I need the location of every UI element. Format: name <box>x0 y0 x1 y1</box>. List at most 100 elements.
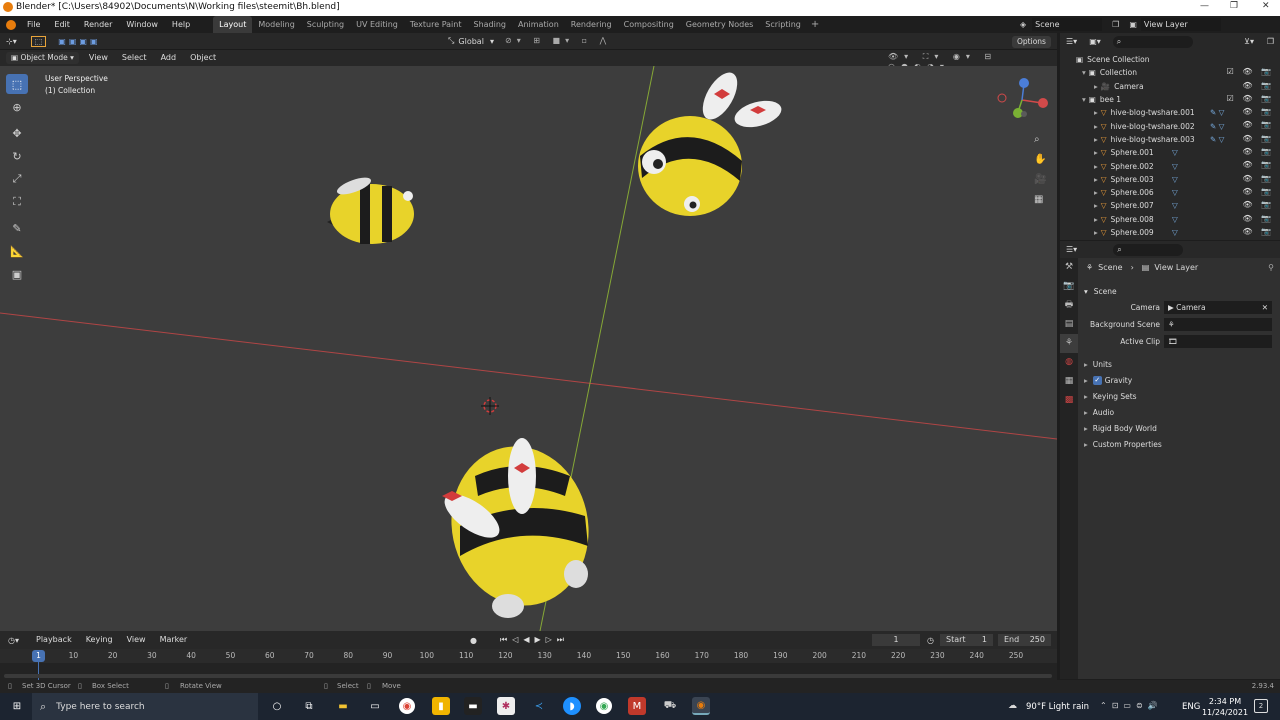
expand-arrow-icon[interactable]: ▸ <box>1094 201 1098 210</box>
menu-help[interactable]: Help <box>165 16 197 33</box>
scale-icon[interactable]: ⤢ <box>6 169 28 189</box>
transform-icon[interactable]: ⛶ <box>6 192 28 212</box>
record-icon[interactable]: ● <box>470 636 477 645</box>
annotate-icon[interactable]: ✎ <box>6 218 28 238</box>
clear-icon[interactable]: ✕ <box>1262 301 1268 314</box>
expand-arrow-icon[interactable]: ▸ <box>1094 175 1098 184</box>
new-collection-icon[interactable]: ❐ <box>1267 37 1274 46</box>
cursor-icon[interactable]: ⊕ <box>6 97 28 117</box>
modifier-data-icon[interactable]: ▽ <box>1172 228 1178 237</box>
modifier-data-icon[interactable]: ✎ ▽ <box>1210 122 1224 131</box>
start-frame-field[interactable]: Start 1 <box>940 634 993 646</box>
timeline-editor-icon[interactable]: ◷▾ <box>8 636 19 645</box>
3d-viewport[interactable]: ⌕ ✋ 🎥 ▦ <box>0 66 1057 631</box>
timeline-menu-playback[interactable]: Playback <box>29 631 79 649</box>
select-box-icon[interactable]: ⬚ <box>6 74 28 94</box>
language-indicator[interactable]: ENG <box>1182 702 1200 712</box>
weather-icon[interactable]: ☁ <box>1008 701 1017 711</box>
media-app-icon[interactable]: ⛟ <box>661 697 679 715</box>
clock[interactable]: 2:34 PM 11/24/2021 <box>1200 696 1250 718</box>
panel-keying-sets[interactable]: ▸ Keying Sets <box>1060 388 1280 404</box>
measure-icon[interactable]: 📐 <box>6 241 28 261</box>
modifier-data-icon[interactable]: ▽ <box>1172 188 1178 197</box>
output-tab-icon[interactable]: 🖶 <box>1060 296 1078 315</box>
outliner-item[interactable]: ▸ ▽ Sphere.006 ▽ 👁 📷 <box>1060 186 1280 199</box>
viewport-menu-view[interactable]: View <box>82 50 115 66</box>
panel-units[interactable]: ▸ Units <box>1060 356 1280 372</box>
add-workspace-icon[interactable]: + <box>811 19 819 30</box>
outliner-item[interactable]: ▸ 🎥 Camera 👁 📷 <box>1060 80 1280 93</box>
outliner-item[interactable]: ▸ ▽ Sphere.002 ▽ 👁 📷 <box>1060 159 1280 172</box>
tab-scripting[interactable]: Scripting <box>759 16 807 33</box>
outliner-item[interactable]: ▸ ▽ hive-blog-twshare.002 ✎ ▽ 👁 📷 <box>1060 119 1280 132</box>
weather-text[interactable]: 90°F Light rain <box>1026 702 1089 712</box>
snap-icons[interactable]: ⊘▾ ⊞ ■▾ ▫ ⋀ <box>505 36 611 45</box>
close-button[interactable]: ✕ <box>1262 1 1270 11</box>
select-tool-icon[interactable]: ⬚ <box>30 35 47 47</box>
messenger-icon[interactable]: ◗ <box>563 697 581 715</box>
taskbar-search[interactable]: ⌕ Type here to search <box>32 693 258 720</box>
render-tab-icon[interactable]: 📷 <box>1060 277 1078 296</box>
transform-orientation[interactable]: ⤡ Global ▾ <box>448 36 494 46</box>
modifier-data-icon[interactable]: ✎ ▽ <box>1210 135 1224 144</box>
outliner-item[interactable]: ▸ ▽ hive-blog-twshare.003 ✎ ▽ 👁 📷 <box>1060 133 1280 146</box>
scene-selector[interactable]: ◈ Scene ❐ ▣ View Layer <box>1020 18 1221 31</box>
mcafee-icon[interactable]: M <box>628 697 646 715</box>
expand-arrow-icon[interactable]: ▸ <box>1094 135 1098 144</box>
outliner-item[interactable]: ▸ ▽ Sphere.003 ▽ 👁 📷 <box>1060 173 1280 186</box>
expand-arrow-icon[interactable]: ▸ <box>1094 215 1098 224</box>
viewport-menu-object[interactable]: Object <box>183 50 223 66</box>
panel-rigid-body-world[interactable]: ▸ Rigid Body World <box>1060 420 1280 436</box>
visibility-icons[interactable]: 👁 📷 <box>1242 227 1274 236</box>
outliner-search-input[interactable]: ⌕ <box>1112 35 1193 48</box>
current-frame-field[interactable]: 1 <box>872 634 920 646</box>
modifier-data-icon[interactable]: ▽ <box>1172 148 1178 157</box>
end-frame-field[interactable]: End 250 <box>998 634 1051 646</box>
modifier-data-icon[interactable]: ▽ <box>1172 175 1178 184</box>
editor-type-icon[interactable]: ☰▾ <box>1066 245 1077 254</box>
visibility-icons[interactable]: 👁 📷 <box>1242 147 1274 156</box>
active-clip-field[interactable]: 🎞 <box>1164 335 1272 348</box>
scene-panel-header[interactable]: ▾ Scene <box>1084 283 1280 299</box>
pan-hand-icon[interactable]: ✋ <box>1034 150 1046 170</box>
outliner-item[interactable]: ▸ ▽ hive-blog-twshare.001 ✎ ▽ 👁 📷 <box>1060 106 1280 119</box>
camera-field[interactable]: ▶ Camera ✕ <box>1164 301 1272 314</box>
expand-arrow-icon[interactable]: ▾ <box>1082 68 1086 77</box>
viewport-menu-select[interactable]: Select <box>115 50 154 66</box>
vscode-icon[interactable]: ≺ <box>530 697 548 715</box>
blender-menu-icon[interactable] <box>6 19 16 30</box>
timeline-scrollbar[interactable] <box>4 674 1052 678</box>
blender-taskbar-icon[interactable]: ◉ <box>692 697 710 715</box>
visibility-icons[interactable]: 👁 📷 <box>1242 214 1274 223</box>
outliner-item[interactable]: ▸ ▽ Sphere.001 ▽ 👁 📷 <box>1060 146 1280 159</box>
notes-app-icon[interactable]: ▮ <box>432 697 450 715</box>
view-layer-tab-icon[interactable]: ▤ <box>1060 315 1078 334</box>
modifier-data-icon[interactable]: ▽ <box>1172 162 1178 171</box>
playhead[interactable]: 1 <box>32 650 45 662</box>
tab-rendering[interactable]: Rendering <box>565 16 618 33</box>
visibility-icons[interactable]: 👁 📷 <box>1242 174 1274 183</box>
outliner-item[interactable]: ▸ ▽ Sphere.007 ▽ 👁 📷 <box>1060 199 1280 212</box>
visibility-icons[interactable]: 👁 📷 <box>1242 134 1274 143</box>
panel-audio[interactable]: ▸ Audio <box>1060 404 1280 420</box>
expand-arrow-icon[interactable]: ▾ <box>1082 95 1086 104</box>
expand-arrow-icon[interactable]: ▸ <box>1094 122 1098 131</box>
timeline-menu-view[interactable]: View <box>120 631 153 649</box>
menu-window[interactable]: Window <box>119 16 165 33</box>
selection-mode-icons[interactable]: ▣▣▣▣ <box>58 37 100 46</box>
timeline-area[interactable]: 10 20 30 40 50 60 70 80 90 100 110 120 130 140 150 160 1… <box>0 649 1057 680</box>
visibility-icons[interactable]: 👁 📷 <box>1242 81 1274 90</box>
clock-icon[interactable]: ◷ <box>927 636 934 645</box>
tab-animation[interactable]: Animation <box>512 16 565 33</box>
chrome-icon[interactable]: ◉ <box>399 698 415 714</box>
display-mode-icon[interactable]: ▣▾ <box>1089 37 1101 46</box>
viewport-scene[interactable] <box>0 66 1057 631</box>
expand-arrow-icon[interactable]: ▸ <box>1094 162 1098 171</box>
editor-type-icon[interactable]: ⊹▾ <box>6 37 17 46</box>
menu-render[interactable]: Render <box>77 16 119 33</box>
tool-tab-icon[interactable]: ⚒ <box>1060 258 1078 277</box>
tab-uv-editing[interactable]: UV Editing <box>350 16 404 33</box>
tray-icons[interactable]: ⌃⊡▭⊜🔊 <box>1100 701 1163 710</box>
chrome-profile-icon[interactable]: ◉ <box>596 698 612 714</box>
menu-file[interactable]: File <box>20 16 47 33</box>
